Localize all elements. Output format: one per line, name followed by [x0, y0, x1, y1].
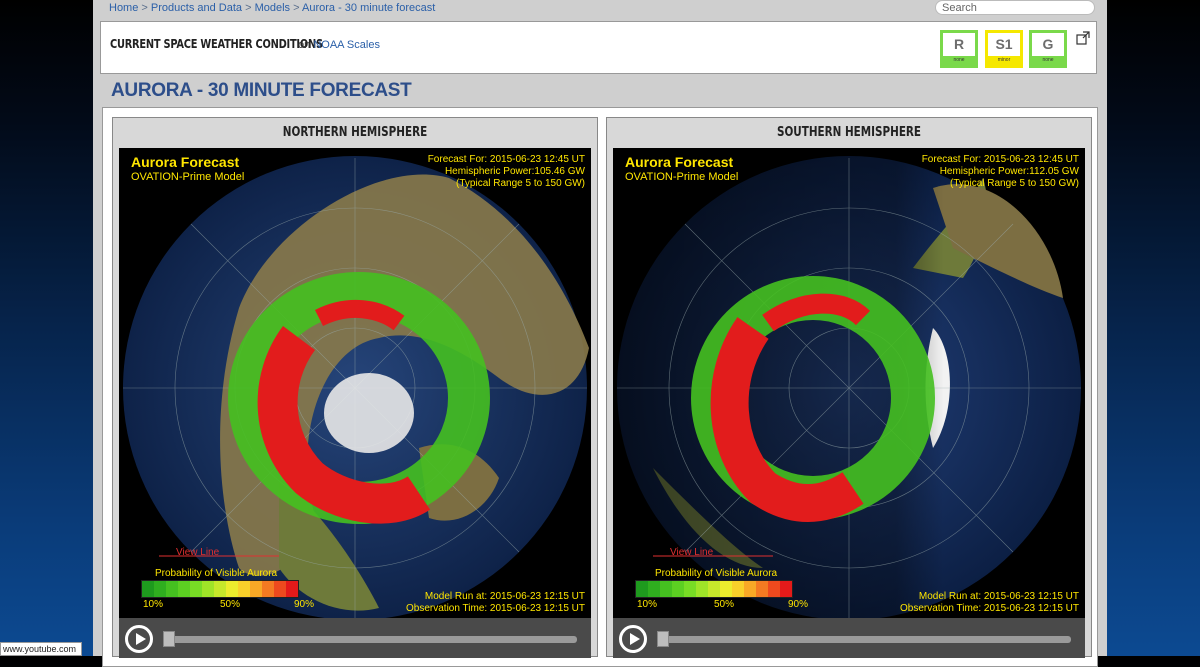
page: Home > Products and Data > Models > Auro… — [93, 0, 1107, 667]
scale-g-level: none — [1032, 56, 1064, 65]
youtube-watermark: www.youtube.com — [0, 642, 82, 656]
play-button[interactable] — [619, 625, 647, 653]
scale-s-letter: S1 — [995, 36, 1013, 52]
model-run-time: Model Run at: 2015-06-23 12:15 UT — [424, 591, 585, 602]
timeline-slider[interactable] — [167, 636, 577, 643]
legend-swatch — [696, 581, 708, 597]
legend-swatch — [744, 581, 756, 597]
forecast-info: Forecast For: 2015-06-23 12:45 UT Hemisp… — [428, 154, 585, 190]
legend-swatch — [660, 581, 672, 597]
aurora-title: Aurora Forecast — [625, 154, 734, 170]
model-name: OVATION-Prime Model — [625, 171, 739, 183]
legend-swatch — [756, 581, 768, 597]
panel-heading: SOUTHERN HEMISPHERE — [776, 125, 922, 140]
legend-swatch — [250, 581, 262, 597]
scale-r-badge[interactable]: R none — [940, 30, 978, 68]
southern-hemisphere-panel: SOUTHERN HEMISPHERE Aurora Forecast OVAT… — [606, 117, 1092, 658]
probability-legend — [635, 580, 793, 598]
forecast-for: Forecast For: 2015-06-23 12:45 UT — [427, 154, 585, 165]
legend-tick-90: 90% — [788, 599, 809, 610]
model-run-info: Model Run at: 2015-06-23 12:15 UT Observ… — [900, 591, 1079, 615]
timeline-thumb[interactable] — [163, 631, 175, 647]
legend-swatch — [166, 581, 178, 597]
legend-swatch — [190, 581, 202, 597]
timeline-thumb[interactable] — [657, 631, 669, 647]
legend-tick-50: 50% — [220, 599, 241, 610]
breadcrumb-separator: > — [293, 2, 300, 14]
legend-swatch — [226, 581, 238, 597]
probability-title: Probability of Visible Aurora — [655, 568, 778, 579]
legend-tick-10: 10% — [143, 599, 164, 610]
breadcrumb-home-link[interactable]: Home — [109, 2, 138, 14]
view-line-label: View Line — [670, 547, 714, 558]
breadcrumb-products-link[interactable]: Products and Data — [151, 2, 242, 14]
breadcrumb-separator: > — [245, 2, 252, 14]
legend-tick-10: 10% — [637, 599, 658, 610]
legend-swatch — [684, 581, 696, 597]
hemispheric-power: Hemispheric Power:112.05 GW — [939, 166, 1079, 177]
legend-swatch — [262, 581, 274, 597]
page-title: AURORA - 30 MINUTE FORECAST — [111, 80, 412, 101]
noaa-scales-link[interactable]: NOAA Scales — [313, 39, 380, 51]
legend-swatch — [768, 581, 780, 597]
breadcrumb-models-link[interactable]: Models — [255, 2, 290, 14]
typical-range: (Typical Range 5 to 150 GW) — [950, 178, 1079, 189]
legend-swatch — [238, 581, 250, 597]
legend-swatch — [214, 581, 226, 597]
northern-aurora-map: Aurora Forecast OVATION-Prime Model Fore… — [119, 148, 591, 618]
animation-controls — [119, 618, 591, 658]
legend-swatch — [154, 581, 166, 597]
legend-swatch — [672, 581, 684, 597]
forecast-for: Forecast For: 2015-06-23 12:45 UT — [921, 154, 1079, 165]
legend-swatch — [274, 581, 286, 597]
probability-legend — [141, 580, 299, 598]
play-button[interactable] — [125, 625, 153, 653]
on-label: on — [298, 39, 311, 51]
scale-s-badge[interactable]: S1 minor — [985, 30, 1023, 68]
animation-controls — [613, 618, 1085, 658]
forecast-info: Forecast For: 2015-06-23 12:45 UT Hemisp… — [922, 154, 1079, 190]
panel-heading: NORTHERN HEMISPHERE — [282, 125, 428, 140]
breadcrumb-current-link[interactable]: Aurora - 30 minute forecast — [302, 2, 435, 14]
external-link-icon[interactable] — [1076, 31, 1090, 45]
typical-range: (Typical Range 5 to 150 GW) — [456, 178, 585, 189]
scale-r-letter: R — [953, 36, 965, 52]
legend-swatch — [708, 581, 720, 597]
aurora-title: Aurora Forecast — [131, 154, 240, 170]
model-name: OVATION-Prime Model — [131, 171, 245, 183]
view-line-label: View Line — [176, 547, 220, 558]
breadcrumb: Home > Products and Data > Models > Auro… — [109, 2, 435, 14]
conditions-on-text: on NOAA Scales — [298, 39, 380, 51]
legend-swatch — [202, 581, 214, 597]
timeline-slider[interactable] — [661, 636, 1071, 643]
legend-swatch — [178, 581, 190, 597]
southern-aurora-map: Aurora Forecast OVATION-Prime Model Fore… — [613, 148, 1085, 618]
breadcrumb-separator: > — [141, 2, 148, 14]
northern-hemisphere-panel: NORTHERN HEMISPHERE Aurora Forecast OVAT… — [112, 117, 598, 658]
legend-swatch — [720, 581, 732, 597]
scale-g-badge[interactable]: G none — [1029, 30, 1067, 68]
conditions-title: CURRENT SPACE WEATHER CONDITIONS — [110, 37, 323, 51]
observation-time: Observation Time: 2015-06-23 12:15 UT — [900, 603, 1079, 614]
scale-r-level: none — [943, 56, 975, 65]
search-input[interactable] — [935, 0, 1095, 15]
legend-swatch — [286, 581, 298, 597]
hemispheric-power: Hemispheric Power:105.46 GW — [444, 166, 585, 177]
legend-tick-90: 90% — [294, 599, 315, 610]
model-run-time: Model Run at: 2015-06-23 12:15 UT — [918, 591, 1079, 602]
space-weather-conditions-bar: CURRENT SPACE WEATHER CONDITIONS on NOAA… — [100, 21, 1097, 74]
legend-swatch — [142, 581, 154, 597]
legend-swatch — [636, 581, 648, 597]
legend-swatch — [780, 581, 792, 597]
legend-tick-50: 50% — [714, 599, 735, 610]
forecast-content: NORTHERN HEMISPHERE Aurora Forecast OVAT… — [102, 107, 1098, 667]
scale-g-letter: G — [1042, 36, 1054, 52]
scale-s-level: minor — [988, 56, 1020, 65]
probability-title: Probability of Visible Aurora — [155, 568, 278, 579]
legend-swatch — [732, 581, 744, 597]
observation-time: Observation Time: 2015-06-23 12:15 UT — [406, 603, 585, 614]
model-run-info: Model Run at: 2015-06-23 12:15 UT Observ… — [406, 591, 585, 615]
legend-swatch — [648, 581, 660, 597]
polar-ice — [324, 373, 414, 453]
